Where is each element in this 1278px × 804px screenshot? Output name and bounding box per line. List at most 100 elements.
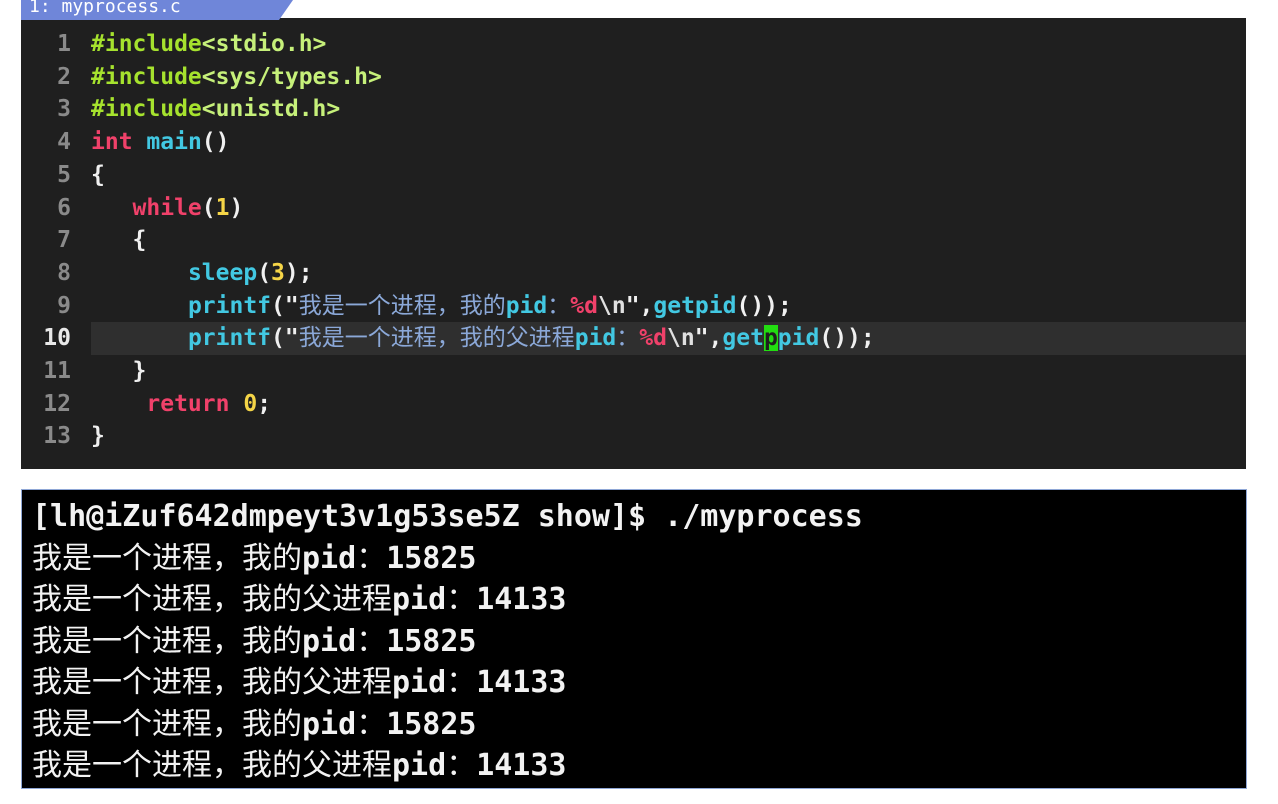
code-token: { bbox=[91, 227, 147, 254]
code-token: sleep bbox=[187, 259, 258, 286]
code-token: } bbox=[91, 423, 105, 450]
line-number: 1 bbox=[57, 31, 71, 57]
code-text: #include<sys/types.h> bbox=[91, 61, 382, 94]
code-token: 我是一个进程，我的 bbox=[298, 292, 506, 319]
code-token: 我是一个进程，我的父进程 bbox=[298, 325, 575, 352]
code-line[interactable]: 11 } bbox=[21, 355, 1246, 388]
code-text: { bbox=[91, 224, 147, 257]
terminal-output-line: 我是一个进程，我的父进程pid：14133 bbox=[32, 748, 567, 783]
terminal-output-line: 我是一个进程，我的父进程pid：14133 bbox=[32, 582, 567, 617]
code-token: %d bbox=[639, 325, 667, 352]
code-text: #include<unistd.h> bbox=[91, 93, 340, 126]
editor-tab[interactable]: 1: myprocess.c bbox=[21, 0, 279, 20]
code-token: ( bbox=[201, 194, 216, 221]
code-text: printf("我是一个进程，我的pid：%d\n",getpid()); bbox=[91, 290, 792, 323]
code-token: <unistd.h> bbox=[201, 96, 341, 123]
text-cursor: p bbox=[763, 325, 778, 352]
editor-tab-corner bbox=[279, 0, 293, 20]
code-token: while bbox=[132, 194, 202, 221]
code-token: ", bbox=[694, 325, 723, 352]
code-token: } bbox=[91, 358, 147, 384]
code-token: { bbox=[91, 161, 105, 188]
code-line[interactable]: 10 printf("我是一个进程，我的父进程pid：%d\n",getppid… bbox=[21, 322, 1246, 355]
line-number: 13 bbox=[43, 423, 71, 450]
terminal-output-line: 我是一个进程，我的pid：15825 bbox=[32, 623, 477, 659]
code-token: pid bbox=[505, 292, 548, 319]
code-text: return 0; bbox=[91, 388, 271, 421]
code-token: ", bbox=[625, 292, 654, 319]
code-token: () bbox=[201, 129, 230, 156]
terminal-prompt-line: [lh@iZuf642dmpeyt3v1g53se5Z show]$ ./myp… bbox=[32, 499, 863, 534]
line-number: 2 bbox=[57, 63, 71, 90]
code-token: ()); bbox=[736, 292, 792, 319]
code-text: printf("我是一个进程，我的父进程pid：%d\n",getppid())… bbox=[91, 322, 875, 355]
code-token: #include bbox=[91, 31, 202, 57]
code-token: \n bbox=[666, 325, 695, 352]
code-line[interactable]: 2 #include<sys/types.h> bbox=[21, 61, 1246, 94]
code-token: \n bbox=[597, 292, 626, 319]
code-token: ： bbox=[616, 325, 640, 352]
code-token: (" bbox=[271, 325, 299, 352]
code-line[interactable]: 5{ bbox=[21, 159, 1246, 192]
code-token: pid bbox=[574, 325, 617, 352]
code-text: while(1) bbox=[91, 192, 244, 225]
code-token: printf bbox=[187, 292, 272, 319]
code-text: { bbox=[91, 159, 105, 192]
code-line[interactable]: 3 #include<unistd.h> bbox=[21, 93, 1246, 126]
code-text: #include<stdio.h> bbox=[91, 28, 326, 61]
code-token: ; bbox=[257, 390, 272, 417]
line-number: 3 bbox=[57, 96, 71, 123]
code-token: #include bbox=[91, 96, 202, 123]
code-token: ) bbox=[229, 194, 244, 221]
code-token: main bbox=[146, 129, 202, 156]
terminal-output-line: 我是一个进程，我的pid：15825 bbox=[32, 540, 477, 576]
code-token: ( bbox=[257, 259, 272, 286]
code-token: #include bbox=[91, 63, 202, 90]
line-number: 11 bbox=[43, 358, 71, 384]
line-number: 7 bbox=[57, 227, 71, 254]
terminal-output-line: 我是一个进程，我的pid：15825 bbox=[32, 706, 477, 742]
code-token: <stdio.h> bbox=[201, 31, 327, 57]
code-token: ： bbox=[547, 292, 571, 319]
code-token: int bbox=[91, 129, 133, 156]
line-number: 8 bbox=[57, 259, 71, 286]
terminal-output-line: 我是一个进程，我的父进程pid：14133 bbox=[32, 665, 567, 700]
code-token: <sys/types.h> bbox=[201, 63, 382, 90]
code-token: 1 bbox=[215, 194, 230, 221]
code-line[interactable]: 8 sleep(3); bbox=[21, 257, 1246, 290]
line-number: 4 bbox=[57, 129, 71, 156]
code-token: %d bbox=[570, 292, 598, 319]
code-token: return bbox=[146, 390, 230, 417]
line-number: 6 bbox=[57, 194, 71, 221]
code-token: getpid bbox=[653, 292, 737, 319]
code-line[interactable]: 9 printf("我是一个进程，我的pid：%d\n",getpid()); bbox=[21, 290, 1246, 323]
code-line[interactable]: 7 { bbox=[21, 224, 1246, 257]
code-token: ()); bbox=[819, 325, 875, 352]
code-token: get bbox=[722, 325, 764, 352]
code-line[interactable]: 1 #include<stdio.h> bbox=[21, 28, 1246, 61]
code-token: pid bbox=[777, 325, 820, 352]
code-editor[interactable]: 1: myprocess.c 1 #include<stdio.h> 2 #inclu… bbox=[21, 0, 1246, 469]
code-text: sleep(3); bbox=[91, 257, 313, 290]
code-token: (" bbox=[271, 292, 299, 319]
terminal-output[interactable]: [lh@iZuf642dmpeyt3v1g53se5Z show]$ ./myp… bbox=[21, 489, 1247, 789]
line-number: 12 bbox=[43, 390, 71, 417]
code-line[interactable]: 6 while(1) bbox=[21, 192, 1246, 225]
code-token: 3 bbox=[271, 259, 285, 286]
code-text: int main() bbox=[91, 126, 230, 159]
code-token: ); bbox=[284, 259, 313, 286]
line-number: 9 bbox=[57, 292, 71, 319]
code-line[interactable]: 4 int main() bbox=[21, 126, 1246, 159]
line-number: 5 bbox=[57, 161, 71, 188]
code-line[interactable]: 12 return 0; bbox=[21, 388, 1246, 421]
code-line[interactable]: 13} bbox=[21, 420, 1246, 453]
line-number: 10 bbox=[43, 325, 71, 352]
code-text: } bbox=[91, 355, 147, 388]
